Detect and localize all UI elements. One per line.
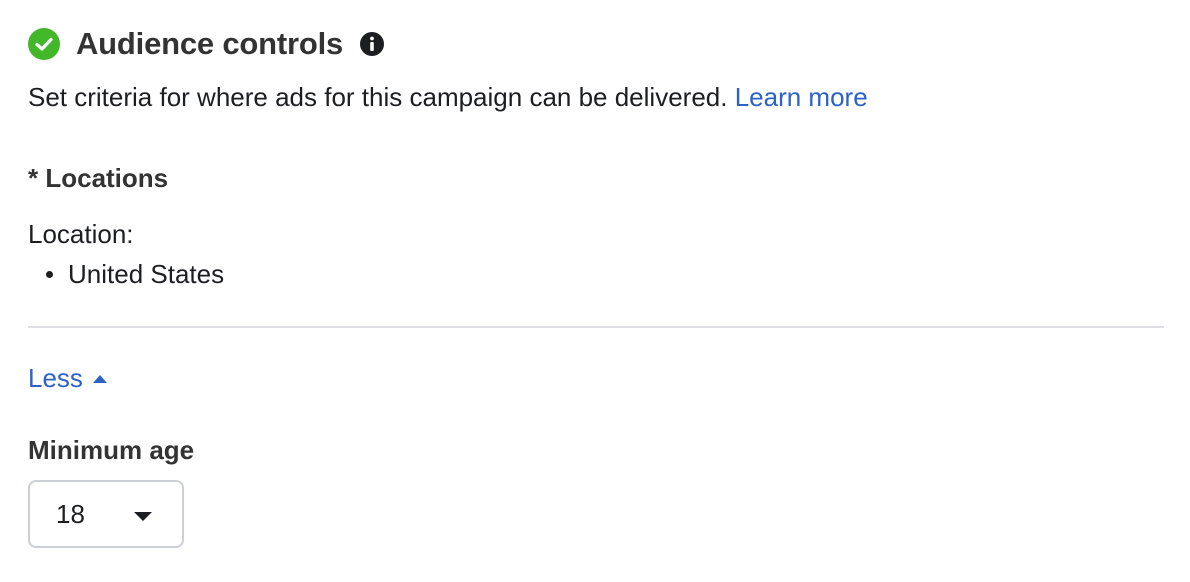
less-toggle-label: Less — [28, 363, 83, 393]
section-header: Audience controls — [28, 26, 385, 62]
info-icon[interactable] — [359, 31, 385, 57]
location-label: Location: — [28, 219, 134, 249]
description-text: Set criteria for where ads for this camp… — [28, 82, 728, 112]
section-description: Set criteria for where ads for this camp… — [28, 82, 868, 113]
location-list: United States — [28, 259, 224, 290]
check-circle-icon — [28, 28, 60, 60]
divider — [28, 326, 1164, 328]
less-toggle-button[interactable]: Less — [28, 363, 107, 394]
section-title: Audience controls — [76, 26, 344, 61]
caret-up-icon — [92, 374, 107, 383]
learn-more-link[interactable]: Learn more — [735, 82, 868, 112]
location-item-label: United States — [68, 259, 225, 289]
minimum-age-value: 18 — [56, 498, 85, 529]
list-item: United States — [28, 259, 224, 290]
bullet-icon — [46, 271, 53, 278]
audience-controls-panel: Audience controls Set criteria for where… — [0, 0, 1190, 582]
minimum-age-select[interactable]: 18 — [28, 480, 184, 548]
minimum-age-label: Minimum age — [28, 435, 195, 465]
caret-down-icon — [134, 512, 152, 521]
locations-heading: * Locations — [28, 163, 169, 193]
